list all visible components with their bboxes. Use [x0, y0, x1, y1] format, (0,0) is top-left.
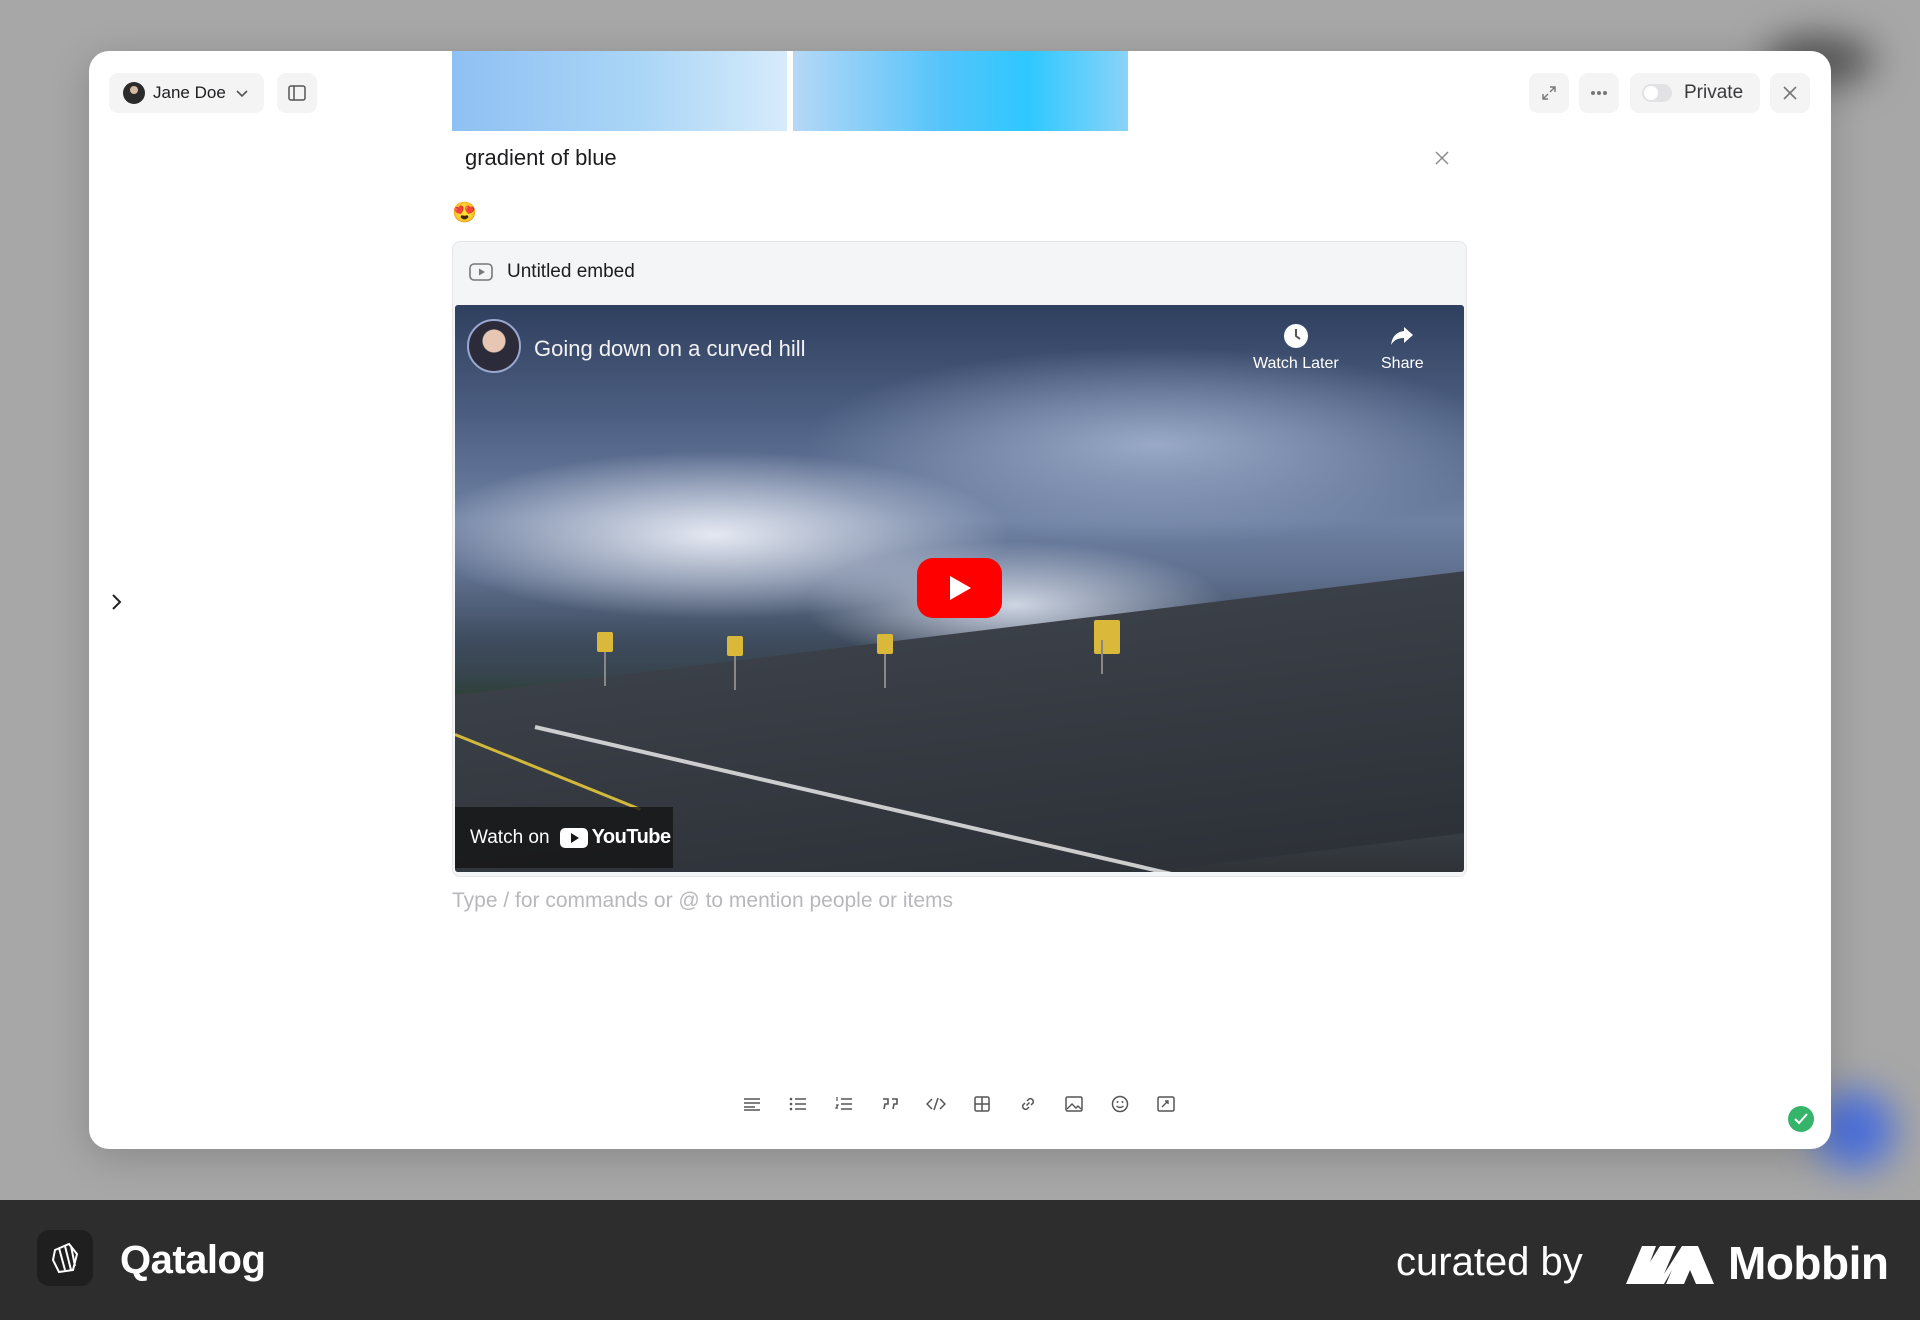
item-modal: Jane Doe Private gradient of blue 😍 Unti… [89, 51, 1831, 1149]
user-name: Jane Doe [153, 83, 226, 102]
expand-left-panel-button[interactable] [105, 590, 129, 614]
toggle-switch[interactable] [1642, 84, 1672, 102]
watch-later-label: Watch Later [1253, 355, 1339, 372]
youtube-wordmark: YouTube [591, 826, 672, 848]
cover-image-right[interactable] [793, 51, 1128, 131]
road-sign [727, 636, 743, 690]
more-horizontal-icon [1591, 91, 1607, 95]
page-emoji[interactable]: 😍 [452, 202, 477, 224]
curator-name: Mobbin [1728, 1237, 1889, 1289]
youtube-play-icon [559, 827, 588, 848]
user-menu-button[interactable]: Jane Doe [109, 73, 264, 113]
qatalog-logo-icon [37, 1230, 93, 1286]
share-button[interactable]: Share [1381, 323, 1424, 373]
play-icon [949, 576, 971, 600]
table-icon[interactable] [969, 1091, 994, 1116]
expand-button[interactable] [1529, 73, 1569, 113]
bullet-list-icon[interactable] [785, 1091, 810, 1116]
watch-on-youtube-button[interactable]: Watch on YouTube [455, 807, 673, 868]
watch-on-label: Watch on [470, 826, 550, 848]
close-modal-button[interactable] [1770, 73, 1810, 113]
close-icon [1435, 151, 1449, 165]
brand-name: Qatalog [120, 1238, 266, 1282]
close-icon [1783, 86, 1797, 100]
chevron-down-icon [236, 90, 248, 98]
image-icon[interactable] [1061, 1091, 1086, 1116]
remove-cover-button[interactable] [1429, 145, 1455, 171]
embed-header[interactable]: Untitled embed [453, 242, 1466, 302]
code-icon[interactable] [923, 1091, 948, 1116]
link-icon[interactable] [1015, 1091, 1040, 1116]
clock-icon [1283, 324, 1308, 348]
share-arrow-icon [1391, 327, 1414, 345]
formatting-toolbar [739, 1091, 1178, 1116]
embed-block: Untitled embed Going down on a curved hi… [452, 241, 1467, 877]
share-label: Share [1381, 355, 1424, 372]
quote-icon[interactable] [877, 1091, 902, 1116]
embed-icon[interactable] [1153, 1091, 1178, 1116]
mobbin-mark-icon [1626, 1246, 1714, 1284]
expand-icon [1542, 86, 1556, 100]
road-sign [877, 634, 893, 688]
more-options-button[interactable] [1579, 73, 1619, 113]
mobbin-logo: Mobbin [1626, 1236, 1889, 1290]
emoji-icon[interactable] [1107, 1091, 1132, 1116]
chevron-right-icon [112, 594, 122, 610]
play-button[interactable] [917, 558, 1002, 618]
road-sign [597, 632, 613, 686]
youtube-player[interactable]: Going down on a curved hill Watch Later … [455, 305, 1464, 872]
video-embed-icon [469, 263, 493, 281]
cover-caption[interactable]: gradient of blue [465, 145, 617, 171]
saved-status-badge [1788, 1106, 1814, 1132]
video-title[interactable]: Going down on a curved hill [534, 336, 806, 362]
align-text-icon[interactable] [739, 1091, 764, 1116]
sidebar-icon [288, 85, 306, 101]
embed-title: Untitled embed [507, 261, 635, 282]
avatar [123, 82, 145, 104]
channel-avatar[interactable] [467, 319, 521, 373]
youtube-logo: YouTube [559, 826, 672, 849]
attribution-footer: Qatalog curated by Mobbin [0, 1200, 1920, 1320]
sidebar-toggle-button[interactable] [277, 73, 317, 113]
watch-later-button[interactable]: Watch Later [1253, 323, 1339, 373]
checkmark-icon [1794, 1113, 1808, 1125]
privacy-label: Private [1684, 82, 1744, 103]
curated-by-label: curated by [1396, 1240, 1583, 1284]
cover-image-left[interactable] [452, 51, 787, 131]
road-sign [1094, 620, 1120, 674]
privacy-toggle[interactable]: Private [1630, 73, 1760, 113]
numbered-list-icon[interactable] [831, 1091, 856, 1116]
editor-input[interactable]: Type / for commands or @ to mention peop… [452, 889, 953, 913]
